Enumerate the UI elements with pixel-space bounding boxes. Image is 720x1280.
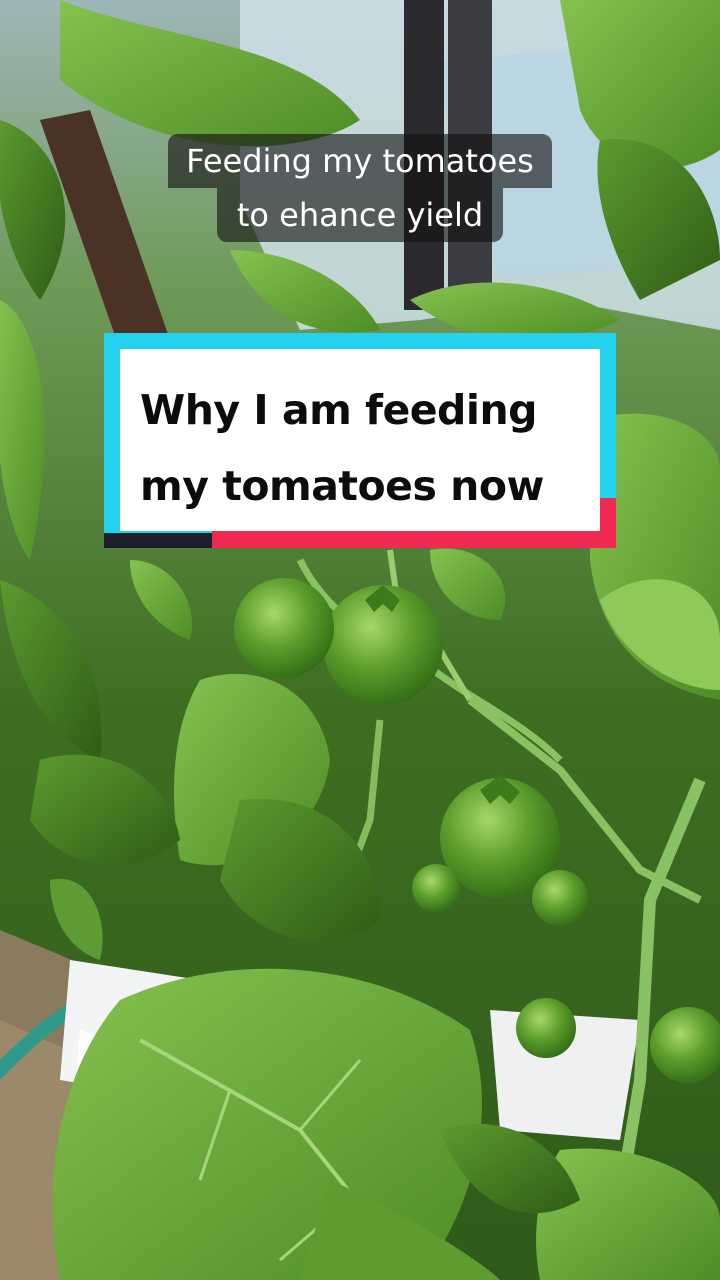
tomato [516,998,576,1058]
title-line-2: my tomatoes now [140,462,544,510]
title-line-1: Why I am feeding [140,386,538,434]
video-caption: Feeding my tomatoes to ehance yield [152,134,568,242]
caption-line-1: Feeding my tomatoes [168,134,552,188]
tomato [532,870,588,926]
title-card-body: Why I am feeding my tomatoes now [120,349,600,531]
tomato [234,578,334,678]
tomato [412,864,460,912]
caption-line-2: to ehance yield [216,188,504,242]
title-card-accent-dark [104,533,212,548]
video-title-card: Why I am feeding my tomatoes now [104,333,616,548]
